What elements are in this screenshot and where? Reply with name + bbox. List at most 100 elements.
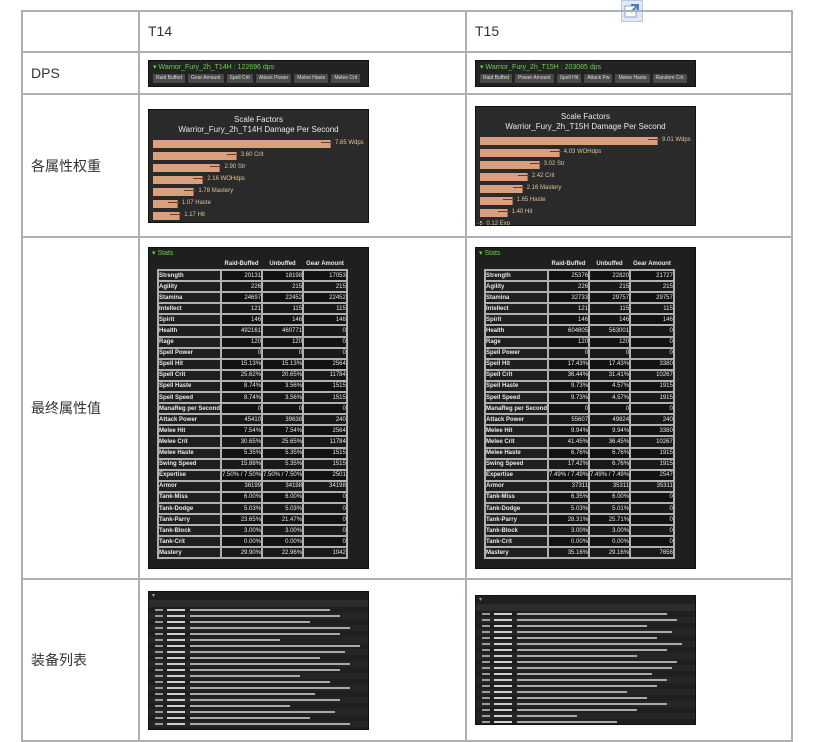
t15-stat-value: 0 <box>629 513 675 527</box>
t14-stat-value: 1515 <box>302 379 348 394</box>
t14-dps-button[interactable]: Attack Power <box>255 73 292 83</box>
gear-details-cell <box>190 680 330 683</box>
gear-details-cell <box>190 626 350 629</box>
t15-stat-name: Attack Power <box>483 413 550 427</box>
gear-name-cell <box>494 715 512 717</box>
t14-dps-button[interactable]: Spell Crit <box>226 73 253 83</box>
t14-stats-table: Raid-Buffed Unbuffed Gear Amount Strength 20… <box>156 259 348 560</box>
t15-stat-value: 35.16% <box>547 546 591 560</box>
t15-stats-row: Mastery 35.16% 29.16% 7656 <box>483 546 675 560</box>
t15-stat-name: Swing Speed <box>483 457 550 471</box>
t15-gear-expand-icon[interactable]: ▾ <box>476 596 695 604</box>
t14-sf-row: 1.17 Hit <box>149 209 368 221</box>
t15-dps-button[interactable]: Attack Pw <box>584 73 613 83</box>
t15-stat-value: 3380 <box>629 357 675 371</box>
t15-sf-row: 1.65 Haste <box>476 194 695 206</box>
t15-stat-value: 0 <box>588 402 632 416</box>
t15-stats-row: Melee Haste 6.76% 6.76% 1915 <box>483 446 675 460</box>
t14-stats-header[interactable]: ▾ Stats <box>149 248 368 259</box>
gear-details-cell <box>190 608 330 611</box>
gear-name-cell <box>167 632 185 635</box>
t14-sf-subtitle: Warrior_Fury_2h_T14H Damage Per Second <box>178 124 339 134</box>
t15-stat-value: 17.43% <box>588 357 632 371</box>
t14-dps-button[interactable]: Gear Amount <box>188 73 224 83</box>
t14-stat-value: 0 <box>302 501 348 516</box>
gear-slot-cell <box>482 709 490 711</box>
t15-dps-button[interactable]: Melee Haste <box>615 73 650 83</box>
t15-dps-button[interactable]: Random Crit <box>652 73 687 83</box>
gear-slot-cell <box>482 637 490 639</box>
t14-stats-cell: ▾ Stats Raid-Buffed Unbuffed Gear Amount St… <box>138 236 467 580</box>
t15-sf-error-bar <box>549 150 562 152</box>
gear-slot-cell <box>155 722 163 725</box>
gear-slot-cell <box>155 692 163 695</box>
t15-sf-value: 2.16 Mastery <box>526 184 562 191</box>
gear-slot-cell <box>482 721 490 723</box>
t15-stat-value: 121 <box>547 302 591 316</box>
t14-stat-value: 36199 <box>220 479 264 493</box>
t15-stat-value: 0 <box>629 346 675 360</box>
gear-slot-cell <box>155 608 163 611</box>
gear-slot-cell <box>155 686 163 689</box>
t15-stats-column-header: Gear Amount <box>633 261 671 267</box>
gear-name-cell <box>494 667 512 669</box>
t15-stats-row: Spell Crit 36.44% 31.41% 10267 <box>483 368 675 382</box>
corner-cell <box>21 10 140 53</box>
t14-stat-value: 121 <box>220 302 264 316</box>
t14-stat-value: 0 <box>302 346 348 360</box>
t15-stat-name: Armor <box>483 479 550 493</box>
t15-stat-value: 32733 <box>547 291 591 305</box>
t14-stat-value: 0 <box>302 402 348 416</box>
t15-stats-row: Expertise 7.49% / 7.49% 7.49% / 7.49% 2547 <box>483 468 675 482</box>
t14-stat-name: Stamina <box>156 291 223 305</box>
t15-dps-title[interactable]: ▾ Warrior_Fury_2h_T15H : 203085 dps <box>480 63 691 72</box>
t15-stat-value: 5.03% <box>547 501 591 516</box>
t14-stats-row: Spell Power 0 0 0 <box>156 346 348 360</box>
gear-details-cell <box>517 649 667 651</box>
t14-sf-value: 2.90 Str <box>224 163 246 170</box>
t15-dps-button[interactable]: Power Amount <box>515 73 554 83</box>
gear-slot-cell <box>482 697 490 699</box>
gear-details-cell <box>517 667 672 669</box>
t14-stat-value: 460771 <box>261 324 305 338</box>
t15-sf-value: 0.12 Exp <box>486 220 511 226</box>
t14-dps-button[interactable]: Melee Crit <box>331 73 361 83</box>
t14-dps-button[interactable]: Raid Buffed <box>153 73 186 83</box>
t14-sf-row: 2.90 Str <box>149 161 368 173</box>
t15-stats-row: Tank-Dodge 5.03% 5.01% 0 <box>483 501 675 516</box>
t15-stat-value: 3380 <box>629 424 675 438</box>
t15-dps-button[interactable]: Raid Buffed <box>480 73 513 83</box>
t15-stat-value: 0 <box>547 346 591 360</box>
t15-stat-value: 0 <box>629 335 675 349</box>
t14-stat-value: 22452 <box>261 291 305 305</box>
t15-stat-value: 3.00% <box>547 524 591 538</box>
gear-slot-cell <box>155 632 163 635</box>
t15-sf-error-bar <box>512 186 525 188</box>
t15-stat-value: 4.57% <box>588 379 632 394</box>
t15-dps-button[interactable]: Spell Hit <box>556 73 582 83</box>
t15-stat-value: 0 <box>588 346 632 360</box>
t15-stat-value: 6.76% <box>547 446 591 460</box>
t14-stats-row: Expertise 7.50% / 7.50% 7.50% / 7.50% 2501 <box>156 468 348 482</box>
t14-stats-row: Health 492161 460771 0 <box>156 324 348 338</box>
t15-stats-row: Spell Hit 17.43% 17.43% 3380 <box>483 357 675 371</box>
t14-stat-value: 120 <box>261 335 305 349</box>
t14-sf-error-bar <box>210 165 223 167</box>
t15-stats-header[interactable]: ▾ Stats <box>476 248 695 259</box>
stats-corner <box>158 259 221 270</box>
t14-stat-value: 115 <box>302 302 348 316</box>
t14-stat-value: 0 <box>302 490 348 504</box>
t14-gear-expand-icon[interactable]: ▾ <box>149 592 368 600</box>
gear-name-cell <box>167 729 185 730</box>
t15-stat-value: 22820 <box>588 268 632 283</box>
t15-sf-row: 3.02 Str <box>476 158 695 170</box>
t15-stats-row: Stamina 32733 29757 29757 <box>483 291 675 305</box>
t15-stat-name: Tank-Dodge <box>483 501 550 516</box>
gear-slot-cell <box>155 710 163 713</box>
t14-dps-button[interactable]: Melee Haste <box>294 73 329 83</box>
t14-stat-value: 0 <box>220 346 264 360</box>
t14-stat-value: 3.56% <box>261 391 305 405</box>
gear-name-cell <box>494 625 512 627</box>
t14-dps-title[interactable]: ▾ Warrior_Fury_2h_T14H : 122696 dps <box>153 63 364 72</box>
dps-label: DPS <box>21 51 140 95</box>
